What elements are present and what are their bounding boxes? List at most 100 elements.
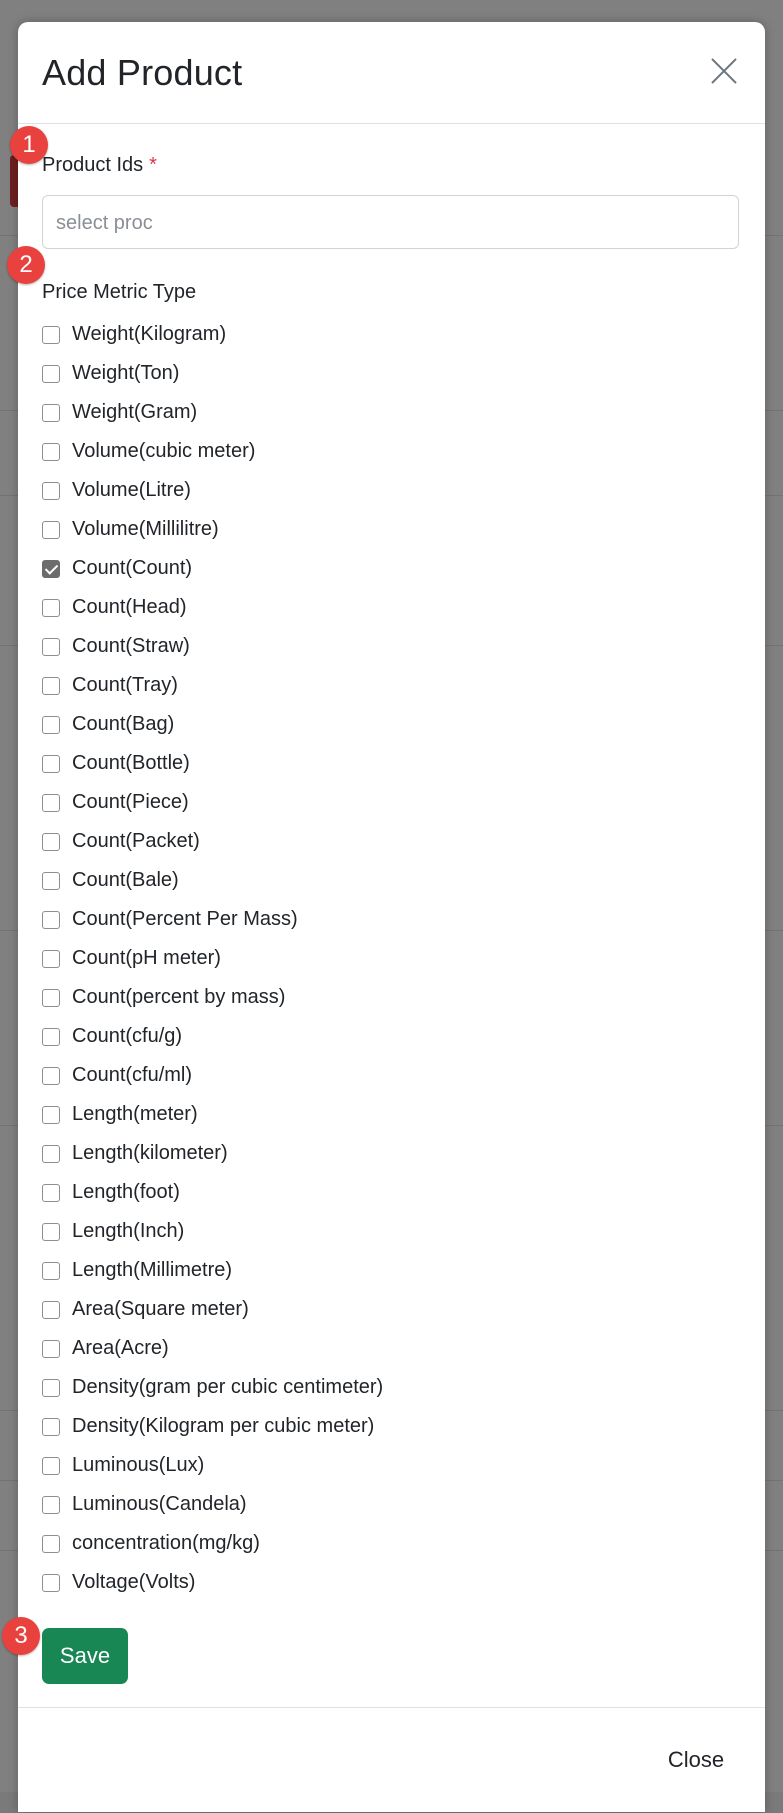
price-metric-option[interactable]: Weight(Kilogram) [42, 315, 226, 354]
option-label: Density(gram per cubic centimeter) [72, 1376, 384, 1398]
price-metric-option[interactable]: Voltage(Volts) [42, 1563, 195, 1602]
price-metric-option[interactable]: Weight(Gram) [42, 393, 197, 432]
option-label: Count(Straw) [72, 635, 190, 657]
checkbox[interactable] [42, 1417, 60, 1436]
checkbox[interactable] [42, 1027, 60, 1046]
add-product-modal: Add Product Product Ids* Price Metric Ty… [18, 22, 765, 1812]
checkbox[interactable] [42, 1456, 60, 1475]
price-metric-option[interactable]: Count(cfu/ml) [42, 1056, 192, 1095]
checkbox[interactable] [42, 832, 60, 851]
checkbox[interactable] [42, 1534, 60, 1553]
option-label: Length(Inch) [72, 1220, 185, 1242]
checkbox[interactable] [42, 949, 60, 968]
checkbox[interactable] [42, 1222, 60, 1241]
product-ids-search-input[interactable] [54, 210, 168, 236]
checkbox[interactable] [42, 1495, 60, 1514]
checkbox[interactable] [42, 1105, 60, 1124]
option-label: concentration(mg/kg) [72, 1532, 260, 1554]
price-metric-option[interactable]: Count(Straw) [42, 627, 190, 666]
checkbox[interactable] [42, 520, 60, 539]
checkbox[interactable] [42, 364, 60, 383]
checkbox[interactable] [42, 403, 60, 422]
checkbox[interactable] [42, 325, 60, 344]
price-metric-option[interactable]: Length(kilometer) [42, 1134, 228, 1173]
close-button[interactable]: Close [646, 1733, 746, 1787]
option-label: Weight(Ton) [72, 362, 180, 384]
checkbox[interactable] [42, 871, 60, 890]
price-metric-option[interactable]: Count(Percent Per Mass) [42, 900, 298, 939]
price-metric-option[interactable]: Luminous(Candela) [42, 1485, 247, 1524]
price-metric-option[interactable]: Count(Head) [42, 588, 187, 627]
price-metric-option[interactable]: Count(percent by mass) [42, 978, 285, 1017]
option-label: Volume(Millilitre) [72, 518, 219, 540]
checkbox[interactable] [42, 1339, 60, 1358]
checkbox[interactable] [42, 910, 60, 929]
close-icon[interactable] [710, 57, 738, 85]
price-metric-option[interactable]: Volume(Millilitre) [42, 510, 219, 549]
checkbox[interactable] [42, 1183, 60, 1202]
option-label: Count(pH meter) [72, 947, 221, 969]
option-label: Length(foot) [72, 1181, 180, 1203]
option-label: Count(Percent Per Mass) [72, 908, 298, 930]
option-label: Length(Millimetre) [72, 1259, 233, 1281]
checkbox[interactable] [42, 1261, 60, 1280]
modal-header: Add Product [18, 22, 765, 124]
price-metric-option[interactable]: Area(Acre) [42, 1329, 169, 1368]
price-metric-option[interactable]: Count(Packet) [42, 822, 200, 861]
price-metric-option[interactable]: Count(Piece) [42, 783, 189, 822]
checkbox[interactable] [42, 988, 60, 1007]
price-metric-option[interactable]: Count(Tray) [42, 666, 178, 705]
checkbox[interactable] [42, 715, 60, 734]
save-button[interactable]: Save [42, 1628, 128, 1684]
option-label: Luminous(Lux) [72, 1454, 205, 1476]
required-indicator: * [149, 154, 157, 176]
option-label: Count(cfu/ml) [72, 1064, 193, 1086]
option-label: Density(Kilogram per cubic meter) [72, 1415, 375, 1437]
price-metric-option[interactable]: Length(foot) [42, 1173, 180, 1212]
checkbox[interactable] [42, 793, 60, 812]
checkbox[interactable] [42, 1300, 60, 1319]
price-metric-option[interactable]: Volume(Litre) [42, 471, 191, 510]
price-metric-option[interactable]: Volume(cubic meter) [42, 432, 255, 471]
checkbox[interactable] [42, 637, 60, 656]
option-label: Count(Count) [72, 557, 193, 579]
option-label: Count(Bottle) [72, 752, 190, 774]
checkbox[interactable] [42, 1378, 60, 1397]
option-label: Count(Piece) [72, 791, 189, 813]
price-metric-option[interactable]: Length(Millimetre) [42, 1251, 232, 1290]
checkbox[interactable] [42, 598, 60, 617]
option-label: Voltage(Volts) [72, 1571, 196, 1593]
option-label: Luminous(Candela) [72, 1493, 247, 1515]
checkbox[interactable] [42, 676, 60, 695]
checkbox[interactable] [42, 442, 60, 461]
price-metric-option[interactable]: Density(gram per cubic centimeter) [42, 1368, 383, 1407]
checkbox[interactable] [42, 1573, 60, 1592]
product-ids-label: Product Ids * [42, 154, 157, 176]
price-metric-option[interactable]: concentration(mg/kg) [42, 1524, 260, 1563]
option-label: Weight(Kilogram) [72, 323, 227, 345]
checkbox[interactable] [42, 1144, 60, 1163]
price-metric-option[interactable]: Count(pH meter) [42, 939, 221, 978]
option-label: Length(meter) [72, 1103, 198, 1125]
price-metric-option[interactable]: Count(cfu/g) [42, 1017, 182, 1056]
checkbox[interactable] [42, 1066, 60, 1085]
checkbox[interactable] [42, 481, 60, 500]
price-metric-option[interactable]: Count(Bottle) [42, 744, 190, 783]
step-marker-1: 1 [10, 126, 48, 164]
modal-title: Add Product [42, 52, 243, 93]
price-metric-option[interactable]: Count(Count) [42, 549, 192, 588]
option-label: Length(kilometer) [72, 1142, 228, 1164]
price-metric-option[interactable]: Luminous(Lux) [42, 1446, 204, 1485]
checkbox-checked[interactable] [42, 559, 60, 578]
price-metric-option[interactable]: Count(Bale) [42, 861, 179, 900]
price-metric-option[interactable]: Count(Bag) [42, 705, 174, 744]
product-ids-select[interactable] [42, 195, 739, 249]
price-metric-option[interactable]: Length(meter) [42, 1095, 198, 1134]
price-metric-option[interactable]: Density(Kilogram per cubic meter) [42, 1407, 374, 1446]
checkbox[interactable] [42, 754, 60, 773]
option-label: Count(Head) [72, 596, 187, 618]
step-marker-2: 2 [7, 246, 45, 284]
price-metric-option[interactable]: Weight(Ton) [42, 354, 179, 393]
price-metric-option[interactable]: Area(Square meter) [42, 1290, 249, 1329]
price-metric-option[interactable]: Length(Inch) [42, 1212, 184, 1251]
